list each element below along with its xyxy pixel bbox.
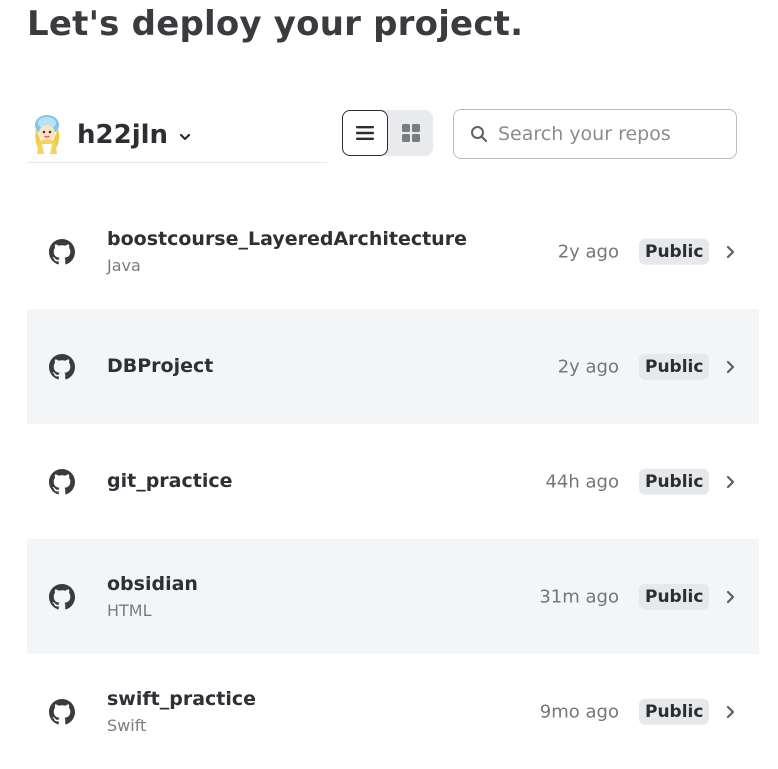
- repo-language: Java: [107, 255, 141, 275]
- github-icon: [49, 468, 75, 494]
- visibility-badge: Public: [639, 238, 710, 265]
- view-toggle: [342, 110, 433, 156]
- repo-updated: 44h ago: [545, 471, 619, 492]
- repo-name: git_practice: [107, 470, 233, 493]
- repo-row[interactable]: git_practice 44h ago Public: [27, 424, 759, 539]
- repo-name: obsidian: [107, 573, 198, 595]
- github-icon: [49, 698, 75, 724]
- list-view-icon: [356, 126, 374, 140]
- chevron-right-icon: [726, 705, 735, 718]
- grid-view-button[interactable]: [388, 110, 433, 156]
- repo-name: boostcourse_LayeredArchitecture: [107, 228, 467, 250]
- repo-row[interactable]: DBProject 2y ago Public: [27, 309, 759, 424]
- visibility-badge: Public: [639, 353, 710, 380]
- github-icon: [49, 238, 75, 264]
- repo-language: Swift: [107, 715, 147, 735]
- github-icon: [49, 353, 75, 379]
- account-name: h22jln: [77, 120, 169, 150]
- search-box: [453, 109, 737, 159]
- repo-updated: 31m ago: [539, 586, 619, 607]
- chevron-right-icon: [726, 360, 735, 373]
- repo-updated: 2y ago: [557, 241, 619, 262]
- search-icon: [471, 126, 488, 143]
- repo-language: HTML: [107, 600, 152, 620]
- list-view-button[interactable]: [342, 110, 388, 156]
- chevron-right-icon: [726, 590, 735, 603]
- github-icon: [49, 583, 75, 609]
- account-selector[interactable]: h22jln: [27, 108, 327, 163]
- avatar-icon: [35, 115, 60, 154]
- chevron-right-icon: [726, 245, 735, 258]
- repo-row[interactable]: swift_practice Swift 9mo ago Public: [27, 654, 759, 769]
- repo-row[interactable]: obsidian HTML 31m ago Public: [27, 539, 759, 654]
- repo-name: swift_practice: [107, 688, 257, 710]
- search-input[interactable]: [498, 123, 718, 145]
- repo-name: DBProject: [107, 355, 214, 378]
- grid-view-icon: [401, 124, 420, 142]
- repo-list: boostcourse_LayeredArchitecture Java 2y …: [27, 194, 759, 769]
- chevron-down-icon[interactable]: [178, 130, 192, 144]
- visibility-badge: Public: [639, 698, 710, 725]
- visibility-badge: Public: [639, 583, 710, 610]
- visibility-badge: Public: [639, 468, 710, 495]
- repo-updated: 2y ago: [557, 356, 619, 377]
- page-title: Let's deploy your project.: [27, 4, 524, 44]
- repo-row[interactable]: boostcourse_LayeredArchitecture Java 2y …: [27, 194, 759, 309]
- chevron-right-icon: [726, 475, 735, 488]
- repo-updated: 9mo ago: [539, 701, 619, 722]
